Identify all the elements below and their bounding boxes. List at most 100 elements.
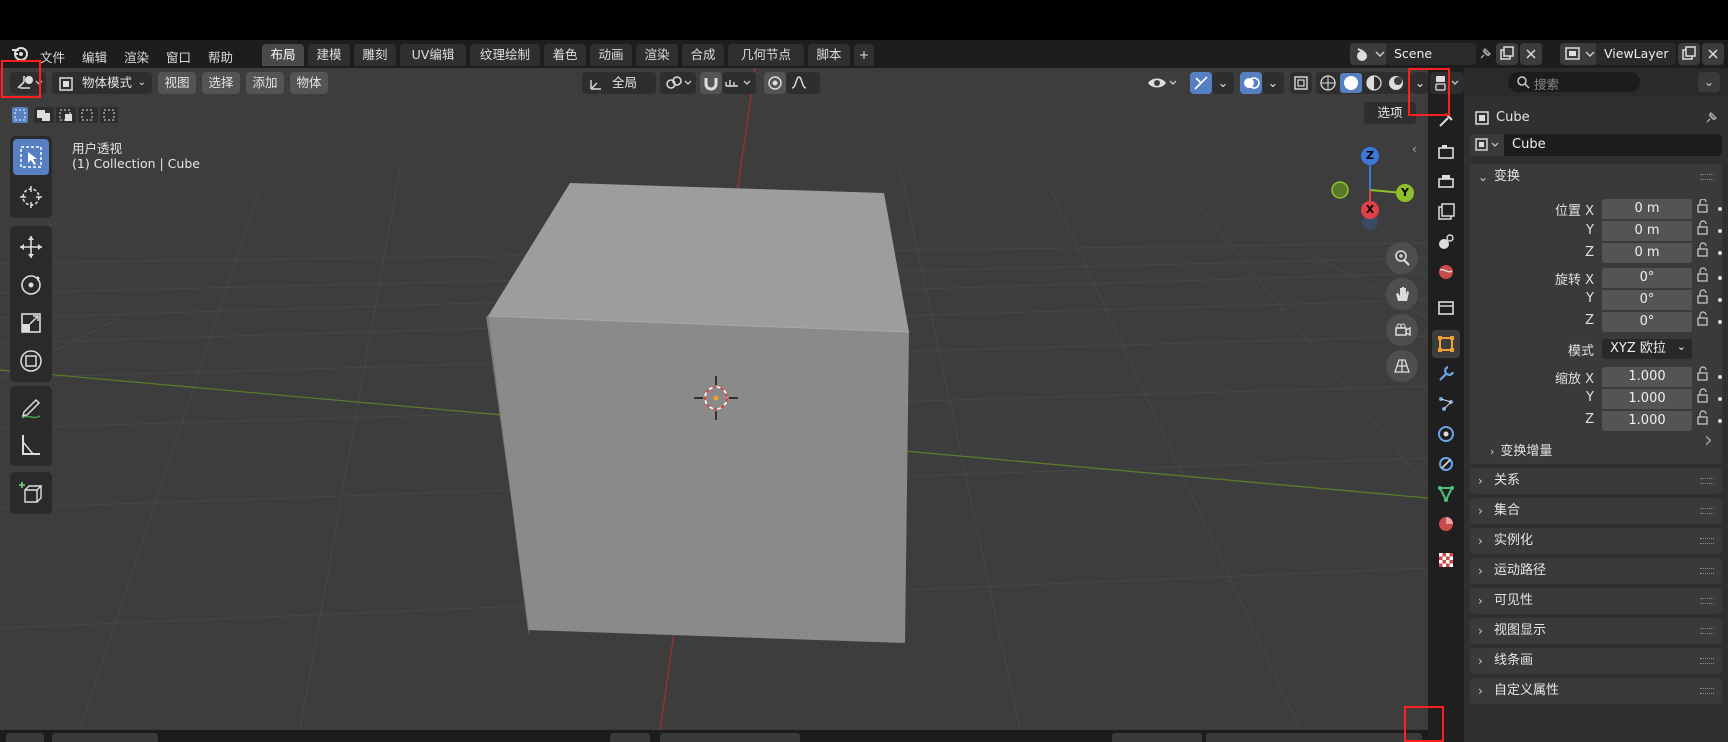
drag-handle-icon[interactable] (1700, 598, 1714, 604)
tab-output[interactable] (1432, 168, 1460, 196)
tab-data[interactable] (1432, 480, 1460, 508)
tab-render[interactable] (1432, 138, 1460, 166)
tab-texture-paint[interactable]: 纹理绘制 (470, 44, 540, 66)
annotate-tool[interactable] (13, 389, 49, 425)
menu-window[interactable]: 窗口 (166, 47, 191, 66)
delete-view-layer-button[interactable] (1702, 43, 1724, 65)
gizmo-toggle[interactable] (1190, 72, 1212, 94)
proportional-falloff-dropdown[interactable] (786, 72, 820, 94)
proportional-editing-toggle[interactable] (764, 72, 786, 94)
new-scene-button[interactable] (1496, 43, 1518, 65)
scale-z-field[interactable]: 1.000 (1602, 411, 1692, 431)
zoom-button[interactable] (1386, 242, 1418, 274)
location-x-field[interactable]: 0 m (1602, 199, 1692, 219)
object-browse-button[interactable] (1470, 134, 1504, 156)
scene-name-field[interactable]: Scene (1386, 43, 1476, 65)
viewport-display-panel-header[interactable]: › 视图显示 (1470, 618, 1722, 644)
visibility-dropdown[interactable] (1144, 72, 1182, 94)
tab-geometry-nodes[interactable]: 几何节点 (728, 44, 804, 66)
measure-tool[interactable] (13, 427, 49, 463)
transform-panel-header[interactable]: ⌄ 变换 (1470, 164, 1722, 190)
rotation-y-field[interactable]: 0° (1602, 290, 1692, 310)
tab-rendering[interactable]: 渲染 (636, 44, 678, 66)
tab-constraints[interactable] (1432, 450, 1460, 478)
tab-scene[interactable] (1432, 228, 1460, 256)
custom-properties-panel-header[interactable]: › 自定义属性 (1470, 678, 1722, 704)
collections-panel-header[interactable]: › 集合 (1470, 498, 1722, 524)
rotate-tool[interactable] (13, 267, 49, 303)
gizmo-z-axis[interactable]: Z (1361, 147, 1379, 165)
tab-collection[interactable] (1432, 294, 1460, 322)
3d-viewport[interactable]: 物体模式 ⌄ 视图 选择 添加 物体 全局 ⌄ ⌄ ⌄ 选项 用户透视 (1) … (0, 68, 1428, 730)
scale-tool[interactable] (13, 305, 49, 341)
tab-physics[interactable] (1432, 420, 1460, 448)
tab-animation[interactable]: 动画 (590, 44, 632, 66)
add-menu[interactable]: 添加 (246, 72, 284, 94)
drag-handle-icon[interactable] (1700, 174, 1714, 180)
gizmo-x-axis[interactable]: X (1361, 201, 1379, 219)
xray-toggle[interactable] (1290, 72, 1312, 94)
location-z-field[interactable]: 0 m (1602, 243, 1692, 263)
object-name-field[interactable]: Cube (1504, 134, 1722, 156)
gizmo-dropdown[interactable]: ⌄ (1212, 72, 1234, 94)
new-view-layer-button[interactable] (1678, 43, 1700, 65)
drag-handle-icon[interactable] (1700, 658, 1714, 664)
view-layer-name-field[interactable]: ViewLayer (1596, 43, 1676, 65)
line-art-panel-header[interactable]: › 线条画 (1470, 648, 1722, 674)
drag-handle-icon[interactable] (1700, 688, 1714, 694)
select-box-tool[interactable] (13, 139, 49, 175)
scale-y-field[interactable]: 1.000 (1602, 389, 1692, 409)
drag-handle-icon[interactable] (1700, 478, 1714, 484)
navigation-gizmo[interactable]: Z Y X (1318, 140, 1418, 240)
delete-scene-button[interactable] (1520, 43, 1542, 65)
tab-layout[interactable]: 布局 (262, 44, 304, 66)
scale-x-field[interactable]: 1.000 (1602, 367, 1692, 387)
transform-tool[interactable] (13, 343, 49, 379)
rotation-x-field[interactable]: 0° (1602, 268, 1692, 288)
location-y-field[interactable]: 0 m (1602, 221, 1692, 241)
tab-compositing[interactable]: 合成 (682, 44, 724, 66)
cursor-tool[interactable] (13, 179, 49, 215)
tab-shading[interactable]: 着色 (544, 44, 586, 66)
snap-toggle[interactable] (700, 72, 722, 94)
rotation-z-field[interactable]: 0° (1602, 312, 1692, 332)
tab-view-layer[interactable] (1432, 198, 1460, 226)
menu-help[interactable]: 帮助 (208, 47, 233, 66)
tab-uv-editing[interactable]: UV编辑 (400, 44, 466, 66)
visibility-panel-header[interactable]: › 可见性 (1470, 588, 1722, 614)
expand-sidebar-icon[interactable]: › (1704, 428, 1713, 453)
view-layer-selector-button[interactable] (1560, 43, 1598, 65)
tab-particles[interactable] (1432, 390, 1460, 418)
motion-paths-panel-header[interactable]: › 运动路径 (1470, 558, 1722, 584)
tab-world[interactable] (1432, 258, 1460, 286)
sidebar-toggle-icon[interactable]: ‹ (1412, 142, 1417, 156)
gizmo-y-axis[interactable]: Y (1396, 184, 1414, 202)
instancing-panel-header[interactable]: › 实例化 (1470, 528, 1722, 554)
overlays-toggle[interactable] (1240, 72, 1262, 94)
tab-scripting[interactable]: 脚本 (808, 44, 850, 66)
transform-orientation-dropdown[interactable]: 全局 (582, 72, 656, 94)
pin-icon[interactable] (1478, 47, 1492, 64)
relations-panel-header[interactable]: › 关系 (1470, 468, 1722, 494)
drag-handle-icon[interactable] (1700, 538, 1714, 544)
tab-texture[interactable] (1432, 546, 1460, 574)
tab-modifiers[interactable] (1432, 360, 1460, 388)
add-cube-tool[interactable] (13, 475, 49, 511)
viewport-canvas[interactable] (0, 68, 1428, 730)
tab-object[interactable] (1432, 330, 1460, 358)
pivot-point-dropdown[interactable] (660, 72, 696, 94)
properties-options-dropdown[interactable]: ⌄ (1698, 72, 1720, 92)
overlays-dropdown[interactable]: ⌄ (1262, 72, 1284, 94)
property-lock-column[interactable] (1696, 199, 1726, 439)
perspective-toggle-button[interactable] (1386, 350, 1418, 382)
drag-handle-icon[interactable] (1700, 508, 1714, 514)
menu-edit[interactable]: 编辑 (82, 47, 107, 66)
menu-file[interactable]: 文件 (40, 47, 65, 66)
pan-button[interactable] (1386, 278, 1418, 310)
select-menu[interactable]: 选择 (202, 72, 240, 94)
delta-transform-subpanel[interactable]: › 变换增量 (1490, 440, 1552, 459)
rotation-mode-dropdown[interactable]: XYZ 欧拉 ⌄ (1602, 339, 1692, 359)
pin-icon[interactable] (1704, 111, 1718, 128)
object-menu[interactable]: 物体 (290, 72, 328, 94)
camera-view-button[interactable] (1386, 314, 1418, 346)
